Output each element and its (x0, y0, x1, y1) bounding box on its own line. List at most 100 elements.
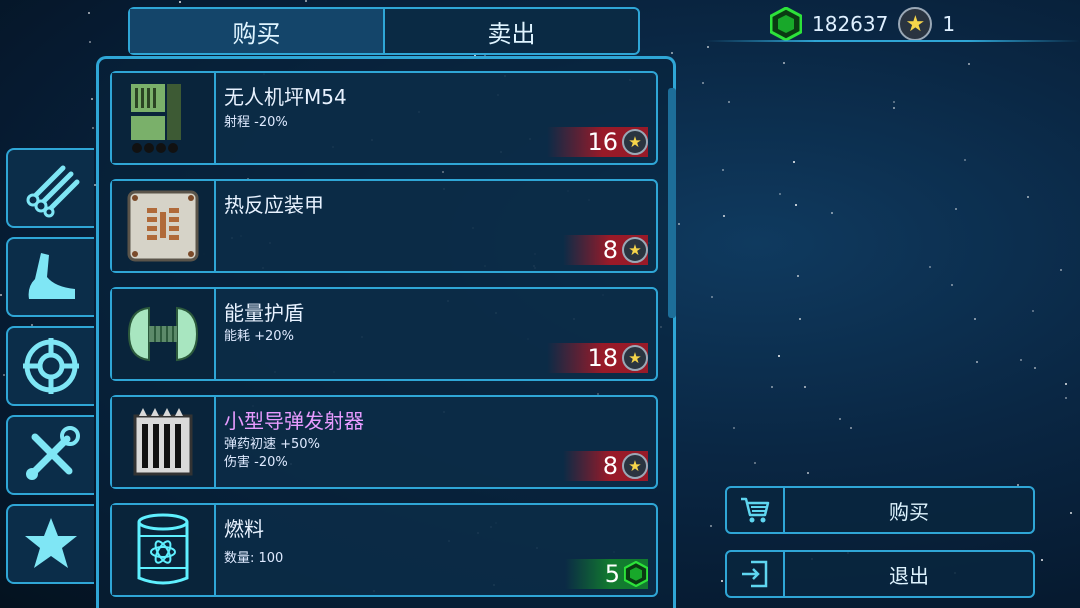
item-name: 无人机坪M54 (224, 85, 347, 109)
item-price: 16 ★ (547, 127, 648, 157)
category-weapons[interactable] (6, 148, 94, 228)
item-name: 热反应装甲 (224, 193, 324, 217)
armor-plate-icon (127, 190, 199, 262)
item-stat: 弹药初速 +50% (224, 437, 320, 452)
cart-icon (741, 497, 770, 523)
star-coin-icon: ★ (898, 7, 933, 41)
star-dot (799, 318, 801, 320)
star-count: 1 (942, 12, 956, 36)
item-price: 18 ★ (547, 343, 648, 373)
star-dot (964, 159, 966, 161)
star-dot (778, 355, 780, 357)
target-icon (23, 338, 79, 394)
star-coin-icon: ★ (622, 345, 648, 371)
star-dot (893, 101, 895, 103)
star-dot (1070, 512, 1072, 514)
star-dot (1041, 559, 1043, 561)
star-dot (974, 318, 976, 320)
item-price: 8 ★ (562, 451, 648, 481)
star-dot (91, 98, 93, 100)
star-dot (771, 386, 773, 388)
category-hull[interactable] (6, 237, 94, 317)
price-value: 5 (604, 560, 620, 588)
star-dot (711, 296, 713, 298)
category-sidebar (6, 148, 96, 593)
star-dot (976, 361, 978, 363)
star-dot (850, 427, 852, 429)
star-dot (702, 82, 704, 84)
star-dot (1065, 397, 1067, 399)
star-dot (707, 46, 709, 48)
fuel-barrel-icon (137, 513, 189, 585)
item-name: 小型导弹发射器 (224, 409, 364, 433)
shield-generator-icon (127, 306, 199, 362)
star-dot (1034, 367, 1036, 369)
list-item[interactable]: 热反应装甲 8 ★ (110, 179, 658, 273)
green-gem-icon (624, 561, 648, 587)
star-dot (722, 169, 724, 171)
price-value: 18 (587, 344, 618, 372)
exit-button-label: 退出 (889, 563, 929, 588)
exit-button[interactable]: 退出 (725, 550, 1035, 598)
star-dot (1032, 310, 1034, 312)
list-scrollbar[interactable] (668, 88, 676, 318)
star-dot (1027, 196, 1029, 198)
item-stat: 伤害 -20% (224, 455, 288, 470)
star-dot (0, 294, 2, 296)
star-dot (1020, 359, 1022, 361)
star-dot (1065, 383, 1067, 385)
gem-count: 182637 (812, 12, 889, 36)
tab-sell[interactable]: 卖出 (383, 9, 638, 53)
category-targeting[interactable] (6, 326, 94, 406)
star-dot (179, 1, 181, 3)
star-dot (754, 462, 756, 464)
list-item[interactable]: 无人机坪M54 射程 -20% 16 ★ (110, 71, 658, 165)
pipes-icon (26, 165, 80, 218)
star-dot (3, 374, 5, 376)
item-stat: 能耗 +20% (224, 329, 294, 344)
star-dot (929, 266, 931, 268)
star-dot (728, 101, 730, 103)
star-dot (968, 63, 970, 65)
star-dot (779, 193, 781, 195)
item-price: 5 (564, 559, 648, 589)
missile-launcher-icon (133, 408, 193, 476)
buy-button-label: 购买 (889, 499, 929, 524)
star-dot (797, 275, 799, 277)
star-dot (804, 386, 806, 388)
star-dot (783, 62, 785, 64)
list-item[interactable]: 能量护盾 能耗 +20% 18 ★ (110, 287, 658, 381)
buy-button[interactable]: 购买 (725, 486, 1035, 534)
price-value: 8 (602, 236, 618, 264)
star-dot (893, 107, 895, 109)
star-coin-icon: ★ (622, 129, 648, 155)
currency-divider (705, 40, 1080, 42)
star-dot (305, 0, 307, 2)
star-dot (89, 41, 91, 43)
price-value: 8 (602, 452, 618, 480)
star-dot (807, 472, 809, 474)
category-special[interactable] (6, 504, 94, 584)
item-name: 能量护盾 (224, 301, 304, 325)
star-dot (839, 418, 841, 420)
star-dot (723, 215, 725, 217)
list-item[interactable]: 燃料 数量: 100 5 (110, 503, 658, 597)
currency-display: 182637 ★ 1 (770, 4, 955, 44)
green-gem-icon (770, 7, 802, 41)
exit-icon (742, 560, 768, 588)
tab-buy[interactable]: 购买 (130, 9, 383, 53)
star-coin-icon: ★ (622, 237, 648, 263)
drone-pad-icon (131, 84, 181, 153)
star-dot (88, 12, 90, 14)
star-dot (671, 52, 673, 54)
buy-sell-tabs: 购买 卖出 (128, 7, 640, 55)
star-dot (733, 427, 735, 429)
list-item[interactable]: 小型导弹发射器 弹药初速 +50% 伤害 -20% 8 ★ (110, 395, 658, 489)
item-stat: 数量: 100 (224, 551, 284, 566)
star-dot (793, 161, 795, 163)
item-price: 8 ★ (562, 235, 648, 265)
star-dot (795, 204, 797, 206)
star-icon (25, 518, 77, 568)
star-dot (1060, 269, 1062, 271)
category-tools[interactable] (6, 415, 94, 495)
